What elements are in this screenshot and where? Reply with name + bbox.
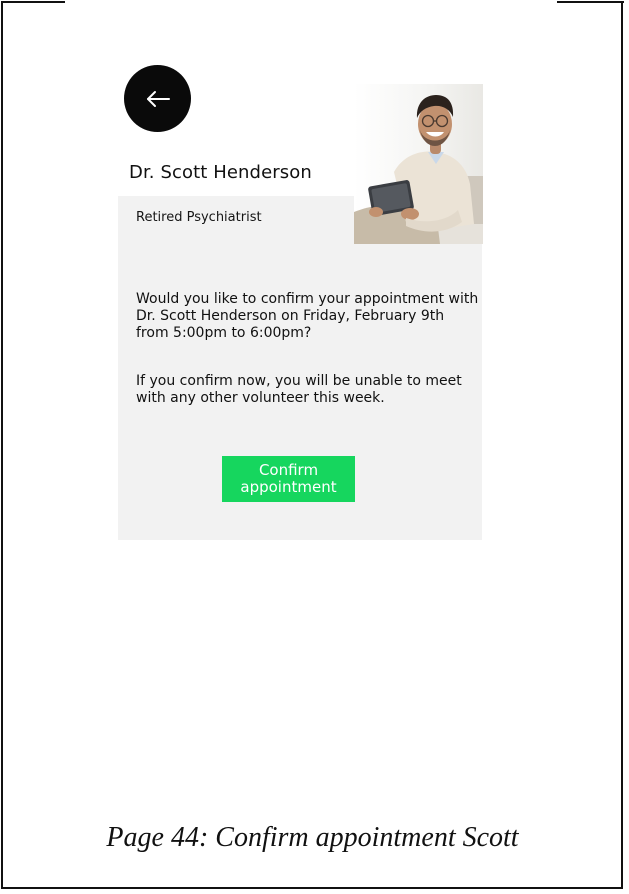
back-button[interactable]: [124, 65, 191, 132]
confirmation-message: Would you like to confirm your appointme…: [136, 291, 479, 341]
doctor-name: Dr. Scott Henderson: [129, 162, 312, 183]
top-border-right: [557, 1, 624, 3]
confirmation-warning: If you confirm now, you will be unable t…: [136, 373, 462, 406]
top-border-left: [1, 1, 65, 3]
doctor-photo: [354, 84, 483, 244]
page-caption: Page 44: Confirm appointment Scott: [106, 822, 519, 853]
confirm-appointment-label: Confirm appointment: [240, 461, 337, 496]
confirm-appointment-button[interactable]: Confirm appointment: [222, 456, 355, 502]
doctor-title: Retired Psychiatrist: [136, 210, 262, 225]
arrow-left-icon: [145, 90, 171, 108]
